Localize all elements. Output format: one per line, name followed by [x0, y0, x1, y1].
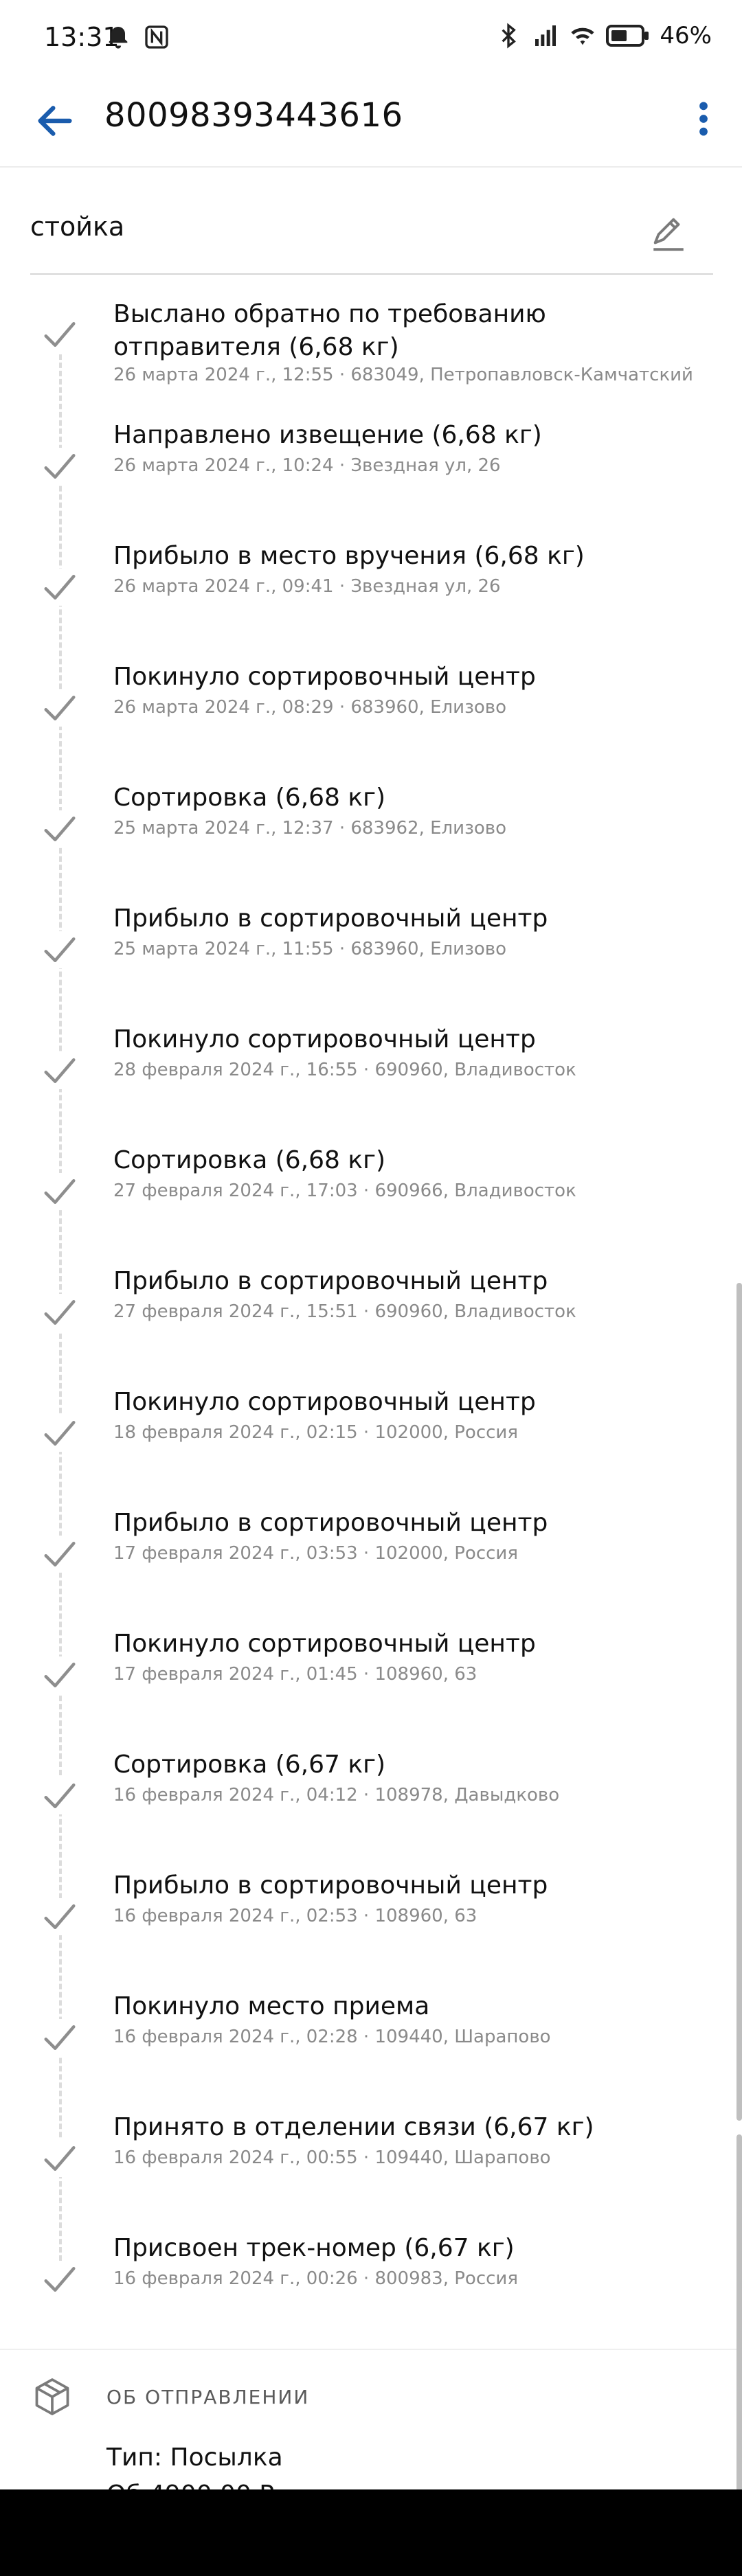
event-title: Принято в отделении связи (6,67 кг) — [113, 2113, 594, 2141]
more-options-icon[interactable] — [682, 95, 726, 143]
event-title: Сортировка (6,68 кг) — [113, 1146, 386, 1174]
event-title: Сортировка (6,68 кг) — [113, 784, 386, 812]
shipment-type: Тип: Посылка — [106, 2443, 283, 2472]
event-title: Покинуло сортировочный центр — [113, 1630, 536, 1658]
event-title: Покинуло сортировочный центр — [113, 663, 536, 691]
check-icon — [41, 689, 78, 727]
timeline-event: Покинуло сортировочный центр 26 марта 202… — [0, 651, 742, 772]
nfc-icon — [145, 25, 168, 49]
timeline-event: Прибыло в сортировочный центр 16 февраля … — [0, 1860, 742, 1981]
timeline-event: Направлено извещение (6,68 кг) 26 марта 2… — [0, 409, 742, 530]
event-title: Присвоен трек-номер (6,67 кг) — [113, 2234, 515, 2262]
event-details: 18 февраля 2024 г., 02:15 · 102000, Росс… — [113, 1422, 518, 1443]
back-arrow-icon[interactable] — [33, 99, 77, 143]
bluetooth-icon — [502, 23, 517, 49]
check-icon — [41, 2261, 78, 2298]
event-details: 16 февраля 2024 г., 04:12 · 108978, Давы… — [113, 1785, 560, 1805]
event-title: Прибыло в сортировочный центр — [113, 904, 548, 933]
event-details: 16 февраля 2024 г., 00:55 · 109440, Шара… — [113, 2147, 551, 2168]
pencil-icon[interactable] — [649, 213, 688, 253]
check-icon — [41, 1294, 78, 1331]
timeline-event: Прибыло в сортировочный центр 25 марта 20… — [0, 893, 742, 1014]
check-icon — [41, 931, 78, 968]
event-details: 16 февраля 2024 г., 02:28 · 109440, Шара… — [113, 2027, 551, 2047]
event-details: 28 февраля 2024 г., 16:55 · 690960, Влад… — [113, 1060, 576, 1080]
timeline-event: Принято в отделении связи (6,67 кг) 16 фе… — [0, 2101, 742, 2222]
check-icon — [41, 1536, 78, 1573]
event-title: Сортировка (6,67 кг) — [113, 1751, 386, 1779]
timeline-event: Сортировка (6,68 кг) 25 марта 2024 г., 12… — [0, 772, 742, 893]
timeline-event: Сортировка (6,67 кг) 16 февраля 2024 г., … — [0, 1739, 742, 1860]
event-details: 26 марта 2024 г., 10:24 · Звездная ул, 2… — [113, 455, 501, 476]
event-details: 27 февраля 2024 г., 15:51 · 690960, Влад… — [113, 1301, 576, 1322]
wifi-icon — [571, 27, 595, 45]
check-icon — [41, 316, 78, 353]
timeline-event: Покинуло место приема 16 февраля 2024 г.,… — [0, 1981, 742, 2101]
section-divider — [0, 2349, 742, 2350]
bell-icon — [109, 27, 128, 49]
event-title: Выслано обратно по требованию отправител… — [113, 300, 546, 361]
note-field[interactable]: стойка — [30, 199, 713, 275]
timeline-event: Покинуло сортировочный центр 28 февраля 2… — [0, 1014, 742, 1135]
status-bar: 13:31 46% — [0, 0, 742, 76]
event-title: Покинуло место приема — [113, 1992, 430, 2020]
timeline-event: Прибыло в сортировочный центр 17 февраля … — [0, 1497, 742, 1618]
event-title: Покинуло сортировочный центр — [113, 1025, 536, 1053]
scrollbar[interactable] — [737, 1283, 742, 2121]
app-bar: 80098393443616 — [0, 76, 742, 165]
event-title: Прибыло в сортировочный центр — [113, 1509, 548, 1537]
check-icon — [41, 1173, 78, 1210]
note-text[interactable]: стойка — [30, 212, 124, 242]
check-icon — [41, 810, 78, 847]
event-title: Покинуло сортировочный центр — [113, 1388, 536, 1416]
note-underline — [30, 273, 713, 275]
about-caption: ОБ ОТПРАВЛЕНИИ — [106, 2386, 310, 2408]
timeline-event: Прибыло в сортировочный центр 27 февраля … — [0, 1255, 742, 1376]
timeline-event: Покинуло сортировочный центр 17 февраля 2… — [0, 1618, 742, 1739]
check-icon — [41, 1052, 78, 1089]
check-icon — [41, 1415, 78, 1452]
package-icon — [35, 2378, 69, 2415]
event-details: 17 февраля 2024 г., 03:53 · 102000, Росс… — [113, 1543, 518, 1564]
check-icon — [41, 1777, 78, 1814]
check-icon — [41, 1656, 78, 1694]
timeline-event: Присвоен трек-номер (6,67 кг) 16 февраля … — [0, 2222, 742, 2343]
timeline-event: Покинуло сортировочный центр 18 февраля 2… — [0, 1376, 742, 1497]
event-title: Направлено извещение (6,68 кг) — [113, 421, 542, 449]
event-title: Прибыло в сортировочный центр — [113, 1267, 548, 1295]
event-details: 17 февраля 2024 г., 01:45 · 108960, 63 — [113, 1664, 477, 1685]
event-details: 27 февраля 2024 г., 17:03 · 690966, Влад… — [113, 1181, 576, 1201]
event-title: Прибыло в сортировочный центр — [113, 1871, 548, 1900]
event-details: 16 февраля 2024 г., 00:26 · 800983, Росс… — [113, 2268, 518, 2289]
tracking-number-title: 80098393443616 — [104, 96, 403, 135]
check-icon — [41, 448, 78, 485]
event-title: Прибыло в место вручения (6,68 кг) — [113, 542, 585, 570]
check-icon — [41, 1898, 78, 1935]
timeline-event: Сортировка (6,68 кг) 27 февраля 2024 г., … — [0, 1135, 742, 1255]
battery-icon — [606, 25, 649, 47]
event-details: 25 марта 2024 г., 11:55 · 683960, Елизов… — [113, 939, 507, 959]
timeline-event: Прибыло в место вручения (6,68 кг) 26 мар… — [0, 530, 742, 651]
app-bar-divider — [0, 166, 742, 168]
event-details: 26 марта 2024 г., 12:55 · 683049, Петроп… — [113, 365, 693, 385]
event-details: 26 марта 2024 г., 08:29 · 683960, Елизов… — [113, 697, 507, 718]
event-details: 25 марта 2024 г., 12:37 · 683962, Елизов… — [113, 818, 507, 839]
check-icon — [41, 2019, 78, 2056]
system-navigation-bar — [0, 2489, 742, 2576]
check-icon — [41, 2140, 78, 2177]
check-icon — [41, 569, 78, 606]
timeline-event: Выслано обратно по требованию отправител… — [0, 288, 742, 409]
signal-icon — [535, 25, 556, 46]
event-details: 16 февраля 2024 г., 02:53 · 108960, 63 — [113, 1906, 477, 1926]
event-details: 26 марта 2024 г., 09:41 · Звездная ул, 2… — [113, 576, 501, 597]
battery-percent: 46% — [660, 22, 712, 49]
scrollbar-lower — [737, 2134, 742, 2492]
